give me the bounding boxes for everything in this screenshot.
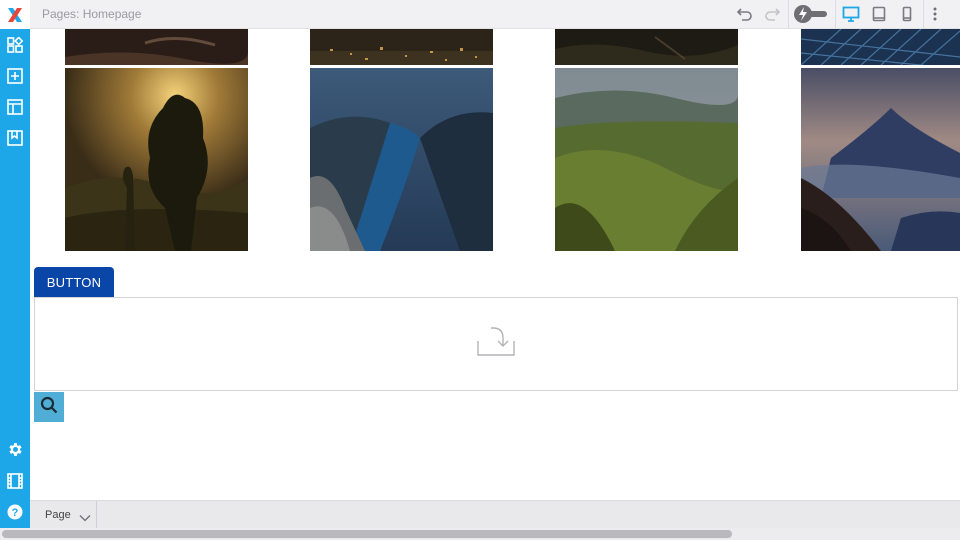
help-icon[interactable]: ? xyxy=(0,497,30,527)
settings-icon[interactable] xyxy=(0,434,30,464)
page-select[interactable]: Page xyxy=(30,501,97,528)
bottom-bar: Page xyxy=(30,500,960,528)
page-title: Pages: Homepage xyxy=(42,7,142,21)
search-icon xyxy=(40,396,58,419)
add-section-icon[interactable] xyxy=(0,61,30,91)
gallery-image[interactable] xyxy=(801,68,960,251)
gallery-image[interactable] xyxy=(555,68,738,251)
tablet-icon[interactable] xyxy=(867,4,891,24)
redo-icon[interactable] xyxy=(761,4,783,24)
svg-text:?: ? xyxy=(12,507,19,519)
page-builder-app: ? Pages: Homepage BUTTON Page xyxy=(0,0,960,540)
gallery-image[interactable] xyxy=(555,29,738,65)
scrollbar-thumb[interactable] xyxy=(2,530,732,538)
top-toolbar: Pages: Homepage xyxy=(30,0,960,29)
gallery-image[interactable] xyxy=(310,68,493,251)
gallery-image[interactable] xyxy=(801,29,960,65)
desktop-icon[interactable] xyxy=(839,4,863,24)
gallery-image[interactable] xyxy=(310,29,493,65)
cta-button[interactable]: BUTTON xyxy=(34,267,114,297)
gallery-image[interactable] xyxy=(65,68,248,251)
horizontal-scrollbar[interactable] xyxy=(0,528,960,540)
undo-icon[interactable] xyxy=(734,4,756,24)
toolbar-divider xyxy=(923,0,924,28)
widgets-icon[interactable] xyxy=(0,30,30,60)
app-logo-icon[interactable] xyxy=(0,0,30,29)
editor-canvas: BUTTON xyxy=(30,29,960,500)
saved-blocks-icon[interactable] xyxy=(0,123,30,153)
upload-dropzone[interactable] xyxy=(34,297,958,391)
download-icon xyxy=(477,326,515,362)
search-button[interactable] xyxy=(34,392,64,422)
page-select-label: Page xyxy=(45,508,71,521)
mobile-icon[interactable] xyxy=(895,4,919,24)
layout-icon[interactable] xyxy=(0,92,30,122)
toolbar-divider xyxy=(788,0,789,28)
media-icon[interactable] xyxy=(0,466,30,496)
more-vertical-icon[interactable] xyxy=(926,4,944,24)
toolbar-divider xyxy=(835,0,836,28)
chevron-down-icon xyxy=(79,509,91,527)
gallery-image[interactable] xyxy=(65,29,248,65)
left-sidebar: ? xyxy=(0,0,30,528)
lightning-toggle-icon[interactable] xyxy=(792,4,830,24)
